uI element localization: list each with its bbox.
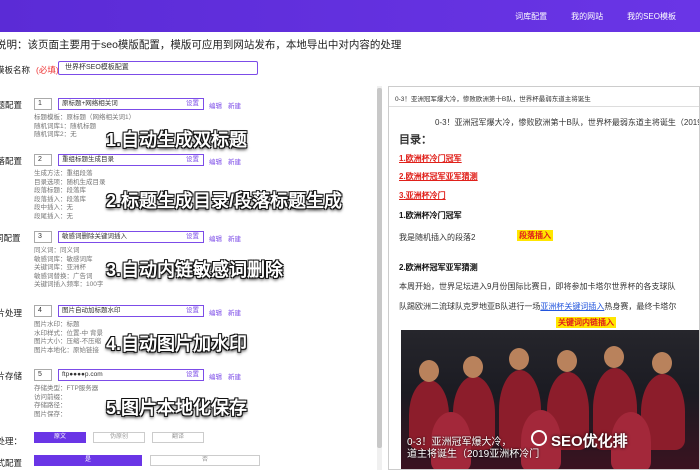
paragraph-config-details: 生成方法：重组段落 目录选项：随机生成目录 段落标题：段落库 段落插入：段落库 … xyxy=(34,170,106,220)
nav-my-sites[interactable]: 我的网站 xyxy=(571,11,603,22)
feature-caption-5: 5.图片本地化保存 xyxy=(106,398,248,418)
keyword-config-details: 同义词：同义词 敏感词库：敏感词库 关键词库：亚洲杯 敏感词替换：广告词 关键词… xyxy=(34,247,104,288)
image-new-link[interactable]: 新建 xyxy=(228,307,241,317)
feature-caption-4: 4.自动图片加水印 xyxy=(106,334,248,354)
preview-divider xyxy=(389,106,699,107)
keyword-new-link[interactable]: 新建 xyxy=(228,233,241,243)
image-setting-link[interactable]: 设置 xyxy=(186,306,199,316)
section-2-heading: 2.欧洲杯冠军亚军猜测 xyxy=(399,263,478,272)
nav-lexicon-config[interactable]: 词库配置 xyxy=(515,11,547,22)
team-photo: 0-3！亚洲冠军爆大冷， 道主将诞生（2019亚洲杯冷门 SEO优化排 xyxy=(401,330,699,469)
watermark-text: SEO优化排 xyxy=(551,433,628,450)
section-2-line-2: 队踢欧洲二流球队克罗地亚B队进行一场亚洲杯关键词插入热身赛，最终卡塔尔 xyxy=(399,302,677,311)
paragraph-setting-link[interactable]: 设置 xyxy=(186,155,199,165)
scrollbar-thumb[interactable] xyxy=(377,88,382,448)
paragraph-config-select[interactable]: 重组标题生成目录 设置 xyxy=(58,154,204,166)
row-label-image: 图片处理 xyxy=(0,308,23,318)
toc-item-2[interactable]: 2.欧洲杯冠军亚军猜测 xyxy=(399,171,478,182)
template-name-input[interactable]: 世界杯SEO模板配置 xyxy=(58,61,258,75)
keyword-setting-link[interactable]: 设置 xyxy=(186,232,199,242)
paragraph-new-link[interactable]: 新建 xyxy=(228,156,241,166)
feature-caption-2: 2.标题生成目录/段落标题生成 xyxy=(106,191,343,211)
title-order-input[interactable]: 1 xyxy=(34,98,52,110)
photo-caption: 0-3！亚洲冠军爆大冷， 道主将诞生（2019亚洲杯冷门 xyxy=(407,437,540,460)
toc-item-3[interactable]: 3.亚洲杯冷门 xyxy=(399,190,446,201)
feature-caption-3: 3.自动内链敏感词删除 xyxy=(106,260,284,280)
left-panel-scrollbar[interactable] xyxy=(377,86,382,470)
top-nav: 词库配置 我的网站 我的SEO模板 xyxy=(515,0,700,32)
section-2-line-1: 本周开始，世界足坛进入9月份国际比赛日，即将参加卡塔尔世界杯的各支球队 xyxy=(399,282,676,291)
preview-panel: 0-3！亚洲冠军爆大冷，惨败欧洲第十B队，世界杯最弱东道主将诞生 0-3！亚洲冠… xyxy=(388,86,700,470)
row-label-title: 标题配置 xyxy=(0,100,23,110)
watermark-logo-icon xyxy=(531,430,547,446)
template-name-label: 模板名称 (必填) xyxy=(0,65,59,75)
style-yes-button[interactable]: 是 xyxy=(34,455,142,466)
paragraph-insert-tag: 段落插入 xyxy=(517,230,553,241)
storage-new-link[interactable]: 新建 xyxy=(228,371,241,381)
title-edit-link[interactable]: 编辑 xyxy=(209,100,222,110)
row-label-keyword: 关键词配置 xyxy=(0,233,21,243)
section-1-heading: 1.欧洲杯冷门冠军 xyxy=(399,211,462,220)
storage-edit-link[interactable]: 编辑 xyxy=(209,371,222,381)
image-edit-link[interactable]: 编辑 xyxy=(209,307,222,317)
feature-caption-1: 1.自动生成双标题 xyxy=(106,130,248,150)
row-label-storage: 图片存储 xyxy=(0,371,23,381)
style-no-button[interactable]: 否 xyxy=(150,455,260,466)
section-1-body: 我是随机插入的段落2 xyxy=(399,233,476,242)
post-process-label: 后处理： xyxy=(0,436,23,446)
nav-my-seo-templates[interactable]: 我的SEO模板 xyxy=(627,11,676,22)
title-setting-link[interactable]: 设置 xyxy=(186,99,199,109)
image-order-input[interactable]: 4 xyxy=(34,305,52,317)
page-notice: 说明：该页面主要用于seo模版配置，模版可应用到网站发布，本地导出中对内容的处理 xyxy=(0,39,402,51)
top-navbar: 词库配置 我的网站 我的SEO模板 xyxy=(0,0,700,32)
paragraph-edit-link[interactable]: 编辑 xyxy=(209,156,222,166)
keyword-link-insert-tag: 关键词内链插入 xyxy=(556,317,616,328)
storage-config-details: 存储类型：FTP服务器 访问前缀： 存储路径： 图片保存： xyxy=(34,385,99,418)
title-config-select[interactable]: 原标题+网络相关词 设置 xyxy=(58,98,204,110)
keyword-inline-link[interactable]: 亚洲杯关键词插入 xyxy=(540,302,604,311)
original-button[interactable]: 原文 xyxy=(34,432,86,443)
row-label-paragraph: 段落配置 xyxy=(0,156,23,166)
toc-heading: 目录： xyxy=(399,134,432,146)
keyword-config-select[interactable]: 敏感词删除关键词插入 设置 xyxy=(58,231,204,243)
keyword-order-input[interactable]: 3 xyxy=(34,231,52,243)
storage-config-select[interactable]: ftp●●●●p.com 设置 xyxy=(58,369,204,381)
style-config-label: 样式配置 xyxy=(0,458,23,468)
image-config-details: 图片水印：标题 水印样式：位置-中 背景 图片大小：压缩-不压缩 图片本地化：原… xyxy=(34,321,103,354)
paragraph-order-input[interactable]: 2 xyxy=(34,154,52,166)
image-config-select[interactable]: 图片自动加标题水印 设置 xyxy=(58,305,204,317)
storage-setting-link[interactable]: 设置 xyxy=(186,370,199,380)
keyword-edit-link[interactable]: 编辑 xyxy=(209,233,222,243)
title-new-link[interactable]: 新建 xyxy=(228,100,241,110)
pseudo-original-button[interactable]: 伪原创 xyxy=(93,432,145,443)
preview-headline: 0-3！亚洲冠军爆大冷，惨败欧洲第十B队，世界杯最弱东道主将诞生（2019亚洲杯… xyxy=(435,118,699,127)
preview-title: 0-3！亚洲冠军爆大冷，惨败欧洲第十B队，世界杯最弱东道主将诞生 xyxy=(395,96,591,103)
storage-order-input[interactable]: 5 xyxy=(34,369,52,381)
translate-button[interactable]: 翻译 xyxy=(152,432,204,443)
toc-item-1[interactable]: 1.欧洲杯冷门冠军 xyxy=(399,153,462,164)
